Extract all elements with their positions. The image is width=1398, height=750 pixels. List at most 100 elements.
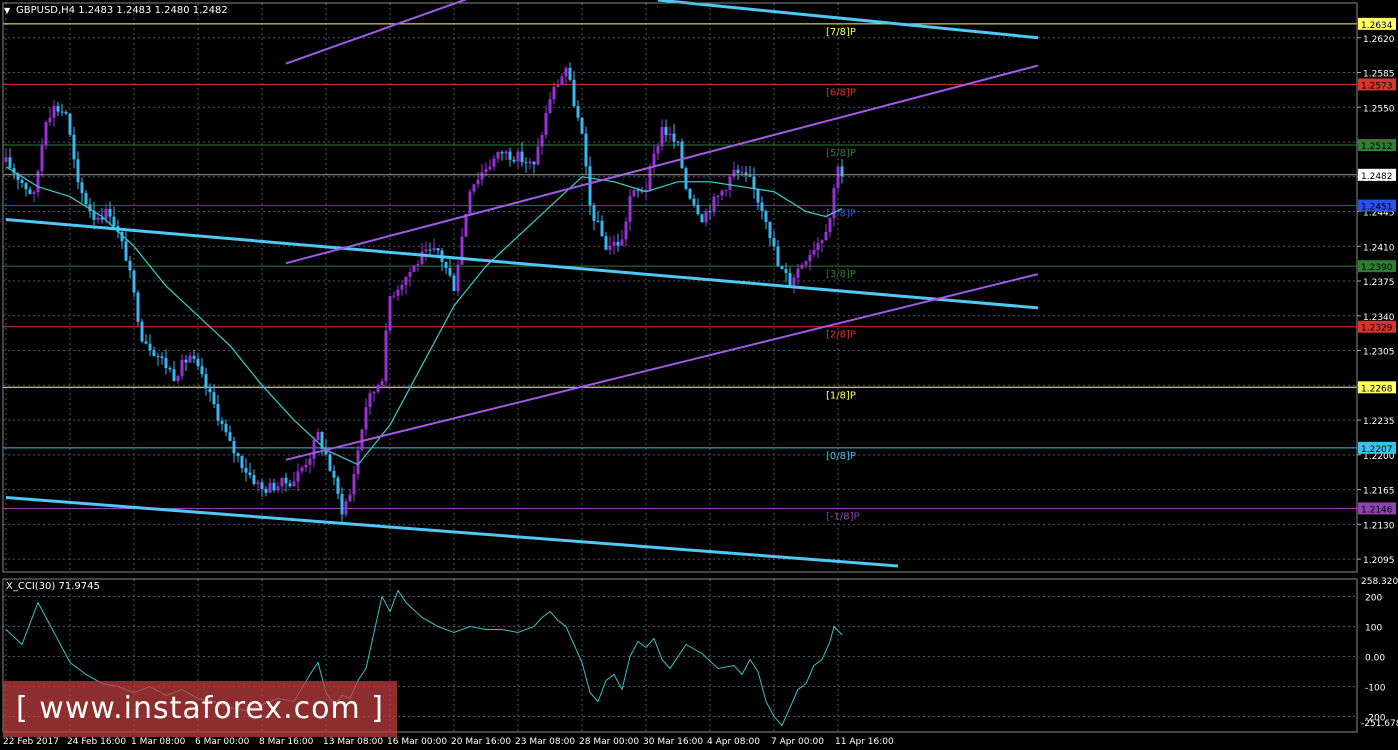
murrey-price-label: 1.2573 bbox=[1361, 81, 1393, 91]
bear-candle bbox=[700, 214, 704, 223]
bull-candle bbox=[536, 146, 540, 165]
bear-candle bbox=[760, 202, 764, 212]
bear-candle bbox=[140, 321, 144, 342]
murrey-level-name: [0/8]P bbox=[826, 451, 856, 462]
bear-candle bbox=[144, 341, 148, 344]
bull-candle bbox=[352, 474, 356, 495]
murrey-level-name: [1/8]P bbox=[826, 390, 856, 401]
x-tick-label: 16 Mar 00:00 bbox=[387, 737, 447, 747]
bear-candle bbox=[592, 205, 596, 221]
bull-candle bbox=[484, 169, 488, 173]
symbol-header: GBPUSD,H4 1.2483 1.2483 1.2480 1.2482 bbox=[16, 5, 228, 16]
bull-candle bbox=[628, 196, 632, 222]
bear-candle bbox=[328, 454, 332, 471]
bull-candle bbox=[40, 145, 44, 172]
bear-candle bbox=[124, 241, 128, 261]
bull-candle bbox=[180, 359, 184, 377]
bear-candle bbox=[272, 482, 276, 491]
bull-candle bbox=[564, 67, 568, 77]
bull-candle bbox=[836, 166, 840, 189]
bear-candle bbox=[768, 221, 772, 239]
murrey-level-name: [5/8]P bbox=[826, 148, 856, 159]
bull-candle bbox=[456, 264, 460, 292]
chart-canvas: [7/8]P[6/8]P[5/8]P[4/8]P[3/8]P[2/8]P[1/8… bbox=[2, 0, 1398, 747]
watermark-text: [ www.instaforex.com ] bbox=[16, 691, 384, 726]
bull-candle bbox=[52, 105, 56, 118]
cci-max-label: 258.3205 bbox=[1361, 577, 1398, 587]
bear-candle bbox=[284, 477, 288, 484]
murrey-level-name: [6/8]P bbox=[826, 87, 856, 98]
bull-candle bbox=[704, 211, 708, 223]
bear-candle bbox=[336, 477, 340, 494]
bull-candle bbox=[384, 330, 388, 382]
bull-candle bbox=[96, 217, 100, 220]
bull-candle bbox=[424, 249, 428, 252]
bull-candle bbox=[104, 208, 108, 220]
bull-candle bbox=[652, 153, 656, 167]
bull-candle bbox=[800, 264, 804, 269]
bear-candle bbox=[76, 159, 80, 183]
bear-candle bbox=[672, 133, 676, 142]
bear-candle bbox=[24, 182, 28, 190]
bull-candle bbox=[472, 184, 476, 192]
bear-candle bbox=[240, 456, 244, 469]
bull-candle bbox=[432, 248, 436, 251]
bear-candle bbox=[152, 350, 156, 357]
bull-candle bbox=[300, 467, 304, 472]
murrey-level-name: [2/8]P bbox=[826, 330, 856, 341]
murrey-price-label: 1.2512 bbox=[1361, 142, 1393, 152]
bull-candle bbox=[496, 151, 500, 159]
x-tick-label: 23 Mar 08:00 bbox=[515, 737, 575, 747]
bear-candle bbox=[112, 216, 116, 227]
bear-candle bbox=[580, 117, 584, 134]
bull-candle bbox=[824, 231, 828, 241]
y-tick-label: 1.2620 bbox=[1363, 35, 1395, 45]
bull-candle bbox=[368, 393, 372, 408]
bear-candle bbox=[436, 248, 440, 251]
trend-line bbox=[285, 64, 1039, 265]
murrey-level-name: [7/8]P bbox=[826, 27, 856, 38]
bear-candle bbox=[444, 262, 448, 269]
y-tick-label: 1.2130 bbox=[1363, 521, 1395, 531]
bull-candle bbox=[464, 213, 468, 237]
bull-candle bbox=[400, 285, 404, 290]
bear-candle bbox=[332, 470, 336, 478]
bear-candle bbox=[260, 482, 264, 489]
bear-candle bbox=[80, 182, 84, 194]
bull-candle bbox=[632, 190, 636, 197]
bull-candle bbox=[416, 264, 420, 266]
bear-candle bbox=[736, 169, 740, 174]
bear-candle bbox=[56, 105, 60, 112]
bear-candle bbox=[160, 356, 164, 359]
bear-candle bbox=[756, 189, 760, 203]
bear-candle bbox=[68, 113, 72, 135]
bear-candle bbox=[676, 141, 680, 143]
bear-candle bbox=[164, 358, 168, 368]
y-tick-label: 1.2550 bbox=[1363, 104, 1395, 114]
cci-tick-label: 100 bbox=[1365, 623, 1382, 633]
bear-candle bbox=[512, 159, 516, 162]
bull-candle bbox=[420, 251, 424, 265]
bull-candle bbox=[540, 135, 544, 147]
bear-candle bbox=[216, 404, 220, 421]
cci-tick-label: 200 bbox=[1365, 593, 1382, 603]
bull-candle bbox=[480, 172, 484, 180]
bear-candle bbox=[168, 367, 172, 370]
bull-candle bbox=[408, 271, 412, 277]
dropdown-triangle-icon[interactable]: ▼ bbox=[4, 6, 11, 15]
bear-candle bbox=[500, 151, 504, 154]
x-tick-label: 7 Apr 00:00 bbox=[771, 737, 824, 747]
y-tick-label: 1.2375 bbox=[1363, 278, 1395, 288]
y-tick-label: 1.2095 bbox=[1363, 556, 1395, 566]
bull-candle bbox=[712, 196, 716, 213]
y-tick-label: 1.2410 bbox=[1363, 243, 1395, 253]
bear-candle bbox=[692, 198, 696, 205]
bull-candle bbox=[548, 99, 552, 114]
bear-candle bbox=[64, 111, 68, 114]
murrey-price-label: 1.2146 bbox=[1361, 505, 1393, 515]
watermark[interactable]: [ www.instaforex.com ] bbox=[3, 681, 397, 737]
x-tick-label: 1 Mar 08:00 bbox=[131, 737, 186, 747]
bull-candle bbox=[828, 218, 832, 232]
bear-candle bbox=[132, 270, 136, 293]
bull-candle bbox=[404, 276, 408, 286]
